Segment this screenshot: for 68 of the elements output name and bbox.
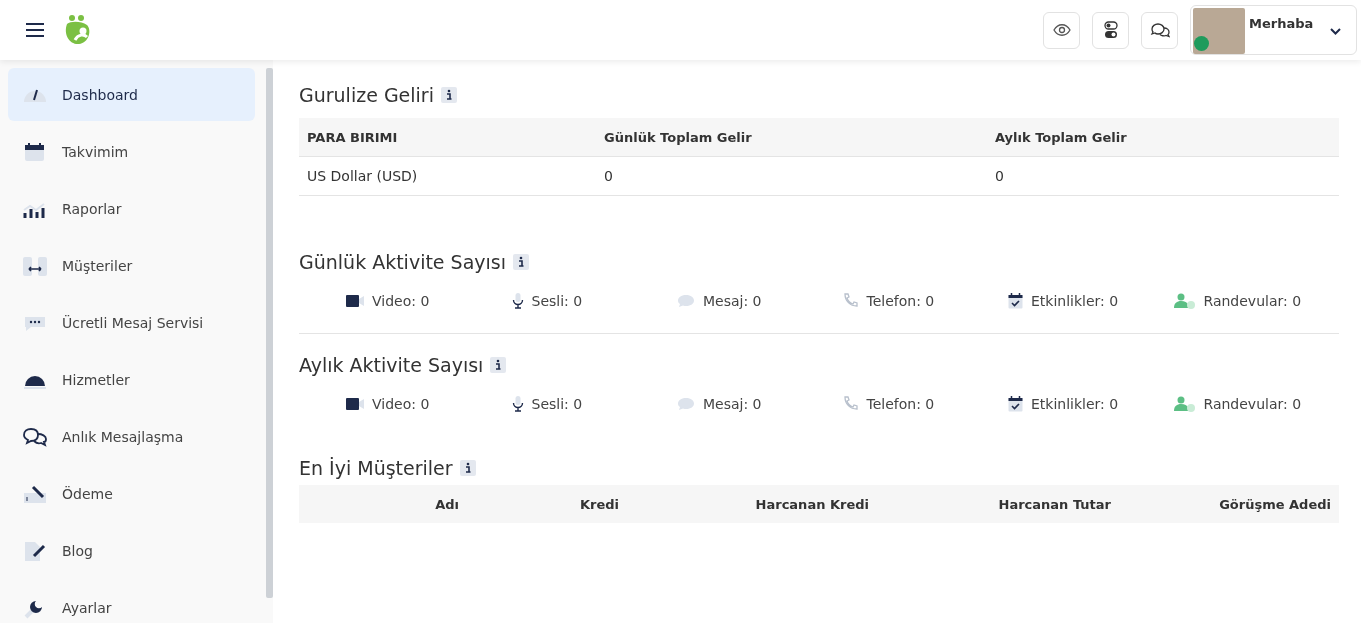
profile-menu[interactable]: Merhaba [1190,5,1357,55]
menu-icon[interactable] [25,22,45,38]
microphone-icon [511,396,524,412]
microphone-icon [511,293,524,309]
preview-button[interactable] [1043,11,1080,49]
people-icon [22,254,48,277]
sidebar-item[interactable]: Raporlar [8,182,255,235]
column-header: Aylık Toplam Gelir [995,129,1128,145]
chevron-down-icon[interactable] [1330,28,1341,35]
greeting-text: Merhaba [1249,16,1314,31]
speech-bubble-icon [677,397,695,411]
activity-count: Randevular: 0 [1203,396,1302,412]
phone-icon [842,396,859,412]
activity-count: Telefon: 0 [866,396,935,412]
chat-button[interactable] [1141,11,1178,49]
column-header: Görüşme Adedi [1218,496,1331,512]
sidebar-item[interactable]: Müşteriler [8,239,255,292]
sidebar-item[interactable]: Dashboard [8,68,255,121]
user-clock-icon [1173,396,1196,412]
video-camera-icon [346,397,364,411]
sidebar-item[interactable]: Anlık Mesajlaşma [8,410,255,463]
toggle-button[interactable] [1092,11,1129,49]
eye-icon [1052,24,1071,36]
info-icon[interactable] [440,87,457,103]
sidebar-item[interactable]: Blog [8,524,255,577]
activity-count: Randevular: 0 [1203,293,1302,309]
sidebar-item[interactable]: Ücretli Mesaj Servisi [8,296,255,349]
info-icon[interactable] [513,254,529,270]
section-title: Aylık Aktivite Sayısı [299,354,484,376]
column-header: PARA BIRIMI [307,129,399,145]
column-header: Günlük Toplam Gelir [604,129,753,145]
activity-count: Sesli: 0 [531,396,583,412]
scrollbar[interactable] [266,68,273,598]
sidebar-item[interactable]: Hizmetler [8,353,255,406]
column-header: Kredi [578,496,619,512]
blog-icon [22,539,48,562]
toggle-icon [1103,21,1118,39]
table-cell-text: 0 [995,168,1005,184]
chat-icon [22,425,48,448]
calendar-check-icon [1008,293,1023,309]
column-header: Harcanan Kredi [754,496,869,512]
video-camera-icon [346,294,364,308]
activity-count: Video: 0 [372,396,430,412]
section-title: Gurulize Geliri [299,84,434,106]
sidebar-item[interactable]: Takvimim [8,125,255,178]
activity-count: Etkinlikler: 0 [1031,396,1119,412]
activity-count: Video: 0 [372,293,430,309]
column-header: Harcanan Tutar [997,496,1111,512]
info-icon[interactable] [459,460,476,476]
section-title: Günlük Aktivite Sayısı [299,251,506,273]
sidebar-item[interactable]: Ayarlar [8,581,255,623]
user-clock-icon [1173,293,1196,309]
column-header: Adı [434,496,459,512]
sidebar-item[interactable]: Ödeme [8,467,255,520]
table-cell-text: 0 [604,168,614,184]
photo-placeholder [1193,8,1245,54]
activity-count: Sesli: 0 [531,293,583,309]
table-cell-text: US Dollar (USD) [307,168,419,184]
section-title: En İyi Müşteriler [299,457,453,479]
activity-count: Etkinlikler: 0 [1031,293,1119,309]
calendar-check-icon [1008,396,1023,412]
activity-count: Telefon: 0 [866,293,935,309]
activity-count: Mesaj: 0 [703,293,762,309]
phone-icon [842,293,859,309]
activity-count: Mesaj: 0 [703,396,762,412]
speech-bubble-icon [677,294,695,308]
info-icon[interactable] [490,357,507,373]
chat-icon [1149,22,1170,38]
